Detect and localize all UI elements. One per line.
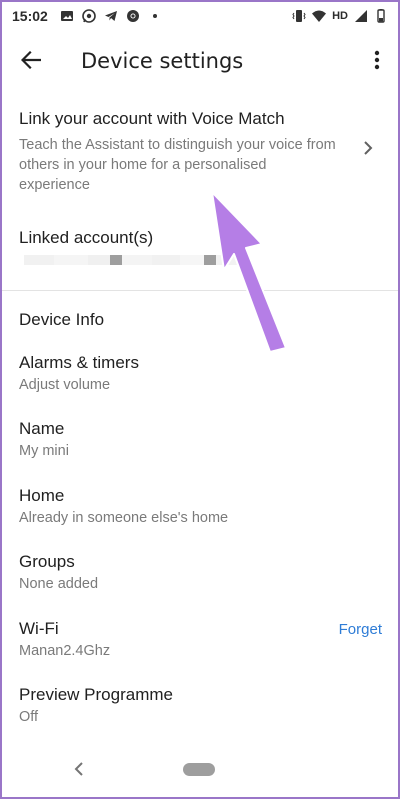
row-label: Groups: [19, 552, 75, 571]
forget-wifi-button[interactable]: Forget: [339, 621, 382, 638]
device-info-header: Device Info: [19, 310, 105, 329]
home-row[interactable]: Home Already in someone else's home: [2, 486, 398, 542]
row-label: Name: [19, 419, 65, 438]
status-bar: 15:02 HD: [2, 2, 398, 30]
more-options-button[interactable]: [366, 46, 388, 74]
voice-match-row[interactable]: Link your account with Voice Match Teach…: [2, 102, 398, 194]
row-label: Preview Programme: [19, 685, 173, 704]
row-subtitle: None added: [19, 576, 99, 592]
preview-programme-row[interactable]: Preview Programme Off: [2, 685, 398, 741]
page-title: Device settings: [81, 49, 244, 73]
voice-match-title: Link your account with Voice Match: [19, 109, 285, 128]
telegram-icon: [104, 11, 117, 21]
arrow-left-icon: [21, 51, 41, 69]
chrome-icon: [126, 10, 139, 22]
nav-back-icon[interactable]: [72, 761, 86, 777]
row-subtitle: Off: [19, 709, 39, 725]
back-button[interactable]: [16, 46, 46, 74]
wifi-icon: [312, 10, 327, 22]
whatsapp-icon: [82, 9, 96, 23]
status-time: 15:02: [12, 8, 48, 24]
more-vert-icon: [374, 50, 380, 70]
row-subtitle: My mini: [19, 443, 69, 459]
section-divider: [2, 290, 398, 291]
system-nav-bar: [2, 743, 398, 797]
nav-home-button[interactable]: [183, 763, 215, 776]
system-icons: HD: [292, 9, 388, 23]
chevron-right-icon: [364, 141, 373, 155]
redacted-account-info: [24, 254, 274, 266]
alarms-timers-row[interactable]: Alarms & timers Adjust volume: [2, 353, 398, 409]
name-row[interactable]: Name My mini: [2, 419, 398, 475]
row-subtitle: Adjust volume: [19, 377, 111, 393]
voice-match-description: Teach the Assistant to distinguish your …: [19, 137, 336, 193]
notification-icons: [60, 9, 162, 23]
image-icon: [60, 11, 73, 21]
row-subtitle: Manan2.4Ghz: [19, 643, 111, 659]
row-subtitle: Already in someone else's home: [19, 510, 229, 526]
linked-accounts-title: Linked account(s): [19, 228, 154, 247]
vibrate-icon: [292, 10, 306, 22]
linked-accounts-row[interactable]: Linked account(s): [2, 224, 398, 274]
row-label: Alarms & timers: [19, 353, 139, 372]
app-bar: Device settings: [2, 30, 398, 90]
wifi-row[interactable]: Wi-Fi Manan2.4Ghz Forget: [2, 619, 398, 675]
screen-frame: 15:02 HD Device settings Link your accou…: [0, 0, 400, 799]
groups-row[interactable]: Groups None added: [2, 552, 398, 608]
signal-icon: [355, 10, 367, 22]
row-label: Wi-Fi: [19, 619, 59, 638]
dot-icon: [152, 14, 157, 18]
row-label: Home: [19, 486, 65, 505]
battery-icon: [377, 9, 385, 23]
network-type-label: HD: [332, 10, 348, 22]
